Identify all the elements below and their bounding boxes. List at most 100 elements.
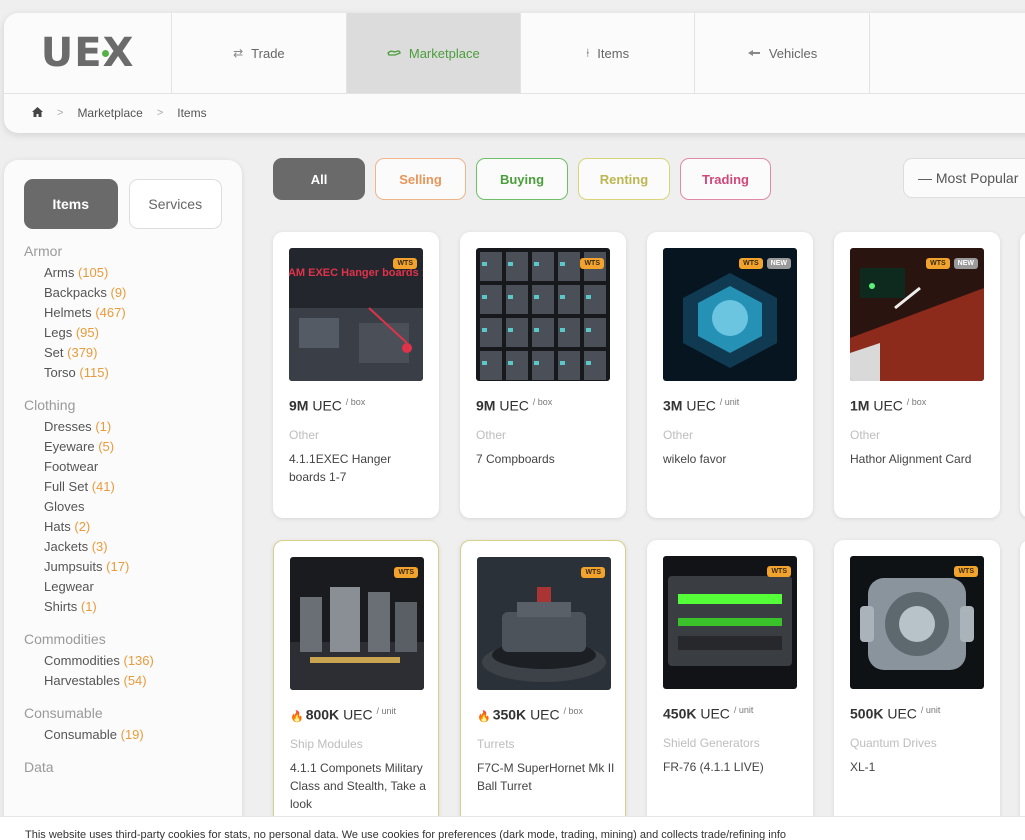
- listing-title[interactable]: XL-1: [850, 758, 990, 776]
- category-item[interactable]: Eyeware (5): [24, 437, 222, 457]
- category-item-label: Jackets: [44, 539, 89, 554]
- filter-selling-button[interactable]: Selling: [375, 158, 466, 200]
- filter-all-button[interactable]: All: [273, 158, 365, 200]
- listing-image[interactable]: WTS: [290, 557, 424, 690]
- listing-category: Other: [850, 428, 881, 442]
- category-item-label: Legs: [44, 325, 73, 340]
- listing-title[interactable]: FR-76 (4.1.1 LIVE): [663, 758, 803, 776]
- listing-image[interactable]: WTS NEW: [850, 248, 984, 381]
- price-unit: / box: [345, 397, 366, 407]
- listing-card[interactable]: WTS 9M UEC / box Other 7 Compboards: [460, 232, 626, 518]
- listing-image[interactable]: WTS NEW: [663, 248, 797, 381]
- price-unit: / unit: [733, 705, 754, 715]
- nav-tab-more[interactable]: [870, 13, 1025, 93]
- category-item[interactable]: Legwear: [24, 577, 222, 597]
- listing-price: 450K UEC / unit: [663, 705, 753, 722]
- category-item[interactable]: Helmets (467): [24, 303, 222, 323]
- category-item[interactable]: Torso (115): [24, 363, 222, 383]
- listing-card[interactable]: WTS NEW 1M UEC / box Other Hathor Alignment …: [834, 232, 1000, 518]
- flame-icon: 🔥: [477, 710, 491, 723]
- category-item[interactable]: Full Set (41): [24, 477, 222, 497]
- category-item[interactable]: Footwear: [24, 457, 222, 477]
- listing-card[interactable]: WTS NEW 3M UEC / unit Other wikelo favor: [647, 232, 813, 518]
- listing-category: Turrets: [477, 737, 515, 751]
- breadcrumb-items[interactable]: Items: [177, 106, 206, 120]
- listing-image[interactable]: WTS: [476, 248, 610, 381]
- price-currency: UEC: [873, 397, 903, 414]
- nav-tab-trade[interactable]: ⇄ Trade: [172, 13, 347, 93]
- category-item-count: (467): [95, 305, 126, 320]
- price-value: 450K: [663, 705, 697, 722]
- nav-tab-items[interactable]: ⍿ Items: [521, 13, 696, 93]
- listing-title[interactable]: Hathor Alignment Card: [850, 450, 990, 468]
- category-item[interactable]: Backpacks (9): [24, 283, 222, 303]
- nav-tab-marketplace[interactable]: Marketplace: [346, 13, 521, 93]
- category-item-count: (1): [80, 599, 97, 614]
- price-currency: UEC: [530, 706, 560, 723]
- category-item[interactable]: Legs (95): [24, 323, 222, 343]
- category-item[interactable]: Arms (105): [24, 263, 222, 283]
- listing-badges: WTS: [394, 567, 418, 578]
- category-item[interactable]: Commodities (136): [24, 651, 222, 671]
- category-item-count: (5): [98, 439, 115, 454]
- category-item[interactable]: Gloves: [24, 497, 222, 517]
- category-item[interactable]: Harvestables (54): [24, 671, 222, 691]
- listing-card[interactable]: WTS 450K UEC / unit Shield Generators FR-76…: [647, 540, 813, 830]
- wts-badge: WTS: [580, 258, 604, 269]
- uex-logo[interactable]: UEX: [4, 13, 173, 93]
- nav-tab-label: Marketplace: [408, 45, 480, 61]
- filter-buying-button[interactable]: Buying: [476, 158, 568, 200]
- listing-card[interactable]: WTS 🔥 800K UEC / unit Ship Modules 4.1.1 Com…: [273, 540, 439, 830]
- filter-renting-button[interactable]: Renting: [578, 158, 670, 200]
- item-icon: ⍿: [586, 45, 590, 60]
- category-title[interactable]: Consumable: [24, 705, 222, 721]
- top-nav: UEX ⇄ Trade Marketplace ⍿ Items Vehicles: [4, 13, 1025, 94]
- price-value: 350K: [492, 706, 527, 723]
- category-item[interactable]: Consumable (19): [24, 725, 222, 745]
- listing-category: Other: [476, 428, 507, 442]
- price-value: 500K: [850, 705, 884, 722]
- listing-image[interactable]: WTS: [850, 556, 984, 689]
- category-item[interactable]: Hats (2): [24, 517, 222, 537]
- breadcrumb-marketplace[interactable]: Marketplace: [77, 106, 142, 120]
- sidebar-tab-items[interactable]: Items: [24, 179, 118, 229]
- category-item-count: (2): [74, 519, 91, 534]
- listing-price: 🔥 800K UEC / unit: [290, 706, 396, 723]
- sidebar-tab-services[interactable]: Services: [128, 179, 222, 229]
- listing-image[interactable]: WTS: [663, 556, 797, 689]
- listing-image[interactable]: WTS: [477, 557, 611, 690]
- category-title[interactable]: Clothing: [24, 397, 222, 413]
- category-title[interactable]: Commodities: [24, 631, 222, 647]
- listing-card[interactable]: WTS 🔥 350K UEC / box Turrets F7C-M SuperHorn…: [460, 540, 626, 830]
- category-title[interactable]: Data: [24, 759, 222, 775]
- category-item[interactable]: Jumpsuits (17): [24, 557, 222, 577]
- listing-image[interactable]: PYAM EXEC Hanger boards 1-7WTS: [289, 248, 423, 381]
- filter-trading-button[interactable]: Trading: [680, 158, 771, 200]
- new-badge: NEW: [953, 258, 978, 269]
- category-item-label: Shirts: [44, 599, 78, 614]
- price-currency: UEC: [343, 706, 373, 723]
- listing-title[interactable]: wikelo favor: [663, 450, 803, 468]
- category-item[interactable]: Shirts (1): [24, 597, 222, 617]
- listing-card[interactable]: PYAM EXEC Hanger boards 1-7WTS 9M UEC / b…: [273, 232, 439, 518]
- category-item-label: Dresses: [44, 419, 92, 434]
- price-unit: / unit: [920, 705, 941, 715]
- listing-title[interactable]: F7C-M SuperHornet Mk II Ball Turret: [477, 759, 617, 795]
- listing-title[interactable]: 4.1.1 Componets Military Class and Steal…: [290, 759, 430, 813]
- listing-title[interactable]: 4.1.1EXEC Hanger boards 1-7: [289, 450, 429, 486]
- price-unit: / box: [906, 397, 927, 407]
- listing-card-partial[interactable]: [1020, 540, 1025, 830]
- category-title[interactable]: Armor: [24, 243, 222, 259]
- price-currency: UEC: [887, 705, 917, 722]
- nav-tab-vehicles[interactable]: Vehicles: [695, 13, 870, 93]
- home-icon[interactable]: [32, 106, 43, 120]
- category-item[interactable]: Set (379): [24, 343, 222, 363]
- category-item[interactable]: Dresses (1): [24, 417, 222, 437]
- category-item[interactable]: Jackets (3): [24, 537, 222, 557]
- sort-dropdown[interactable]: — Most Popular: [903, 158, 1025, 198]
- listing-card[interactable]: WTS 500K UEC / unit Quantum Drives XL-1: [834, 540, 1000, 830]
- category-item-count: (136): [123, 653, 154, 668]
- listing-title[interactable]: 7 Compboards: [476, 450, 616, 468]
- listing-card-partial[interactable]: [1020, 232, 1025, 518]
- category-group: Commodities Commodities (136) Harvestables…: [24, 631, 222, 691]
